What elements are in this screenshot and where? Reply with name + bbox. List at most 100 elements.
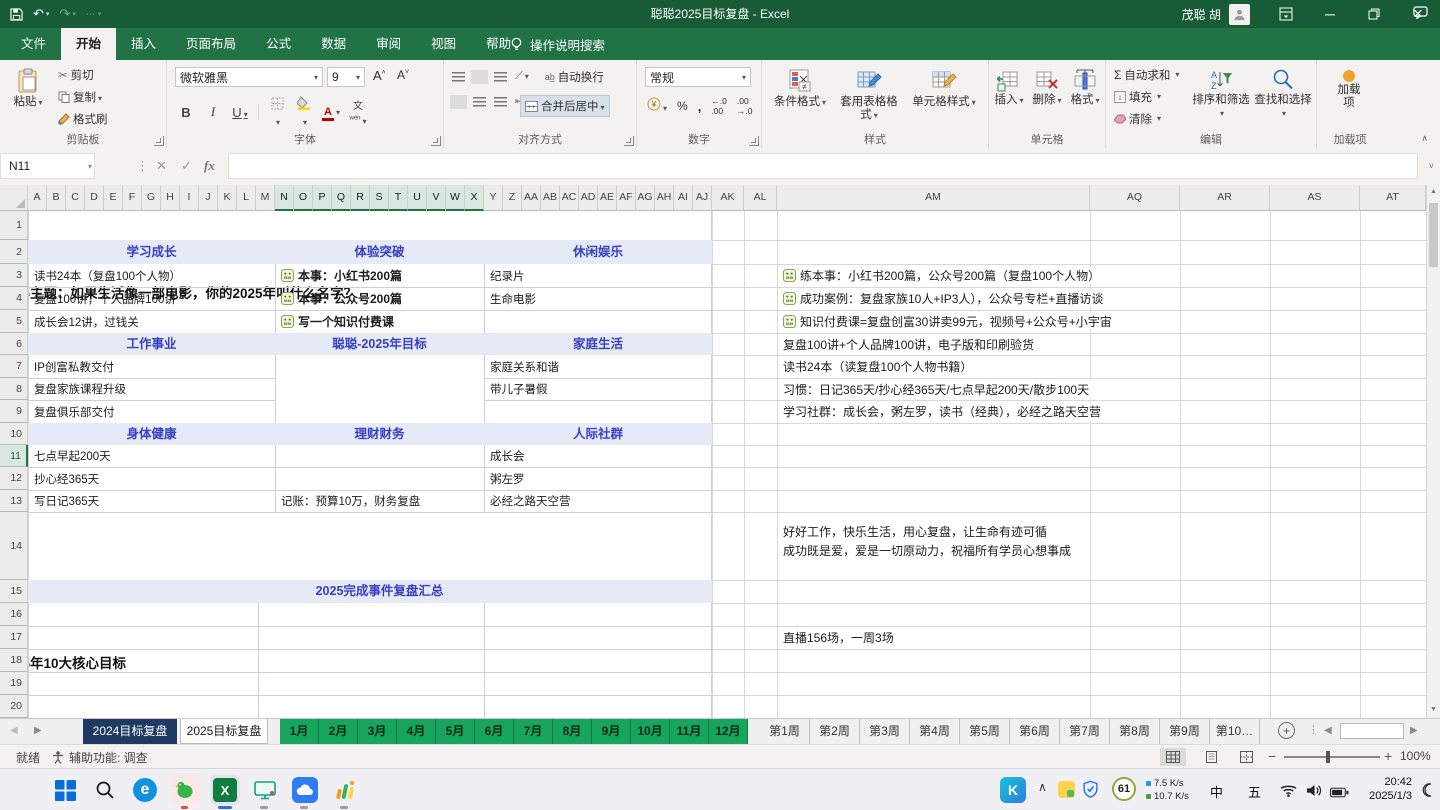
menu-tab-插入[interactable]: 插入 — [116, 28, 171, 60]
table-cell[interactable]: 成长会 — [490, 445, 708, 467]
expand-formula-bar-icon[interactable]: ˅ — [1429, 153, 1434, 179]
column-header-P[interactable]: P — [313, 185, 332, 211]
night-mode-moon-icon[interactable] — [1422, 783, 1436, 802]
wifi-icon[interactable] — [1280, 784, 1297, 802]
table-cell[interactable]: 复盘100讲，个人品牌100讲 — [34, 287, 271, 310]
confirm-entry-icon[interactable]: ✓ — [181, 153, 192, 179]
tray-hidden-icons-chevron[interactable]: ∧ — [1038, 780, 1047, 794]
font-color-button[interactable]: A — [322, 103, 340, 121]
section-header[interactable]: 聪聪-2025年目标 — [332, 333, 426, 355]
sheet-list-icon[interactable]: ⋮ — [1308, 723, 1319, 736]
cancel-entry-icon[interactable]: ✕ — [156, 153, 167, 179]
fill-button[interactable]: ↓填充 — [1114, 88, 1179, 105]
table-cell[interactable]: 七点早起200天 — [34, 445, 271, 467]
panel-item-text[interactable]: 习惯：日记365天/抄心经365天/七点早起200天/散步100天 — [783, 378, 1092, 400]
section-header[interactable]: 身体健康 — [126, 423, 176, 445]
sheet-tab-6月[interactable]: 6月 — [475, 719, 514, 744]
column-header-AH[interactable]: AH — [655, 185, 674, 211]
copy-button[interactable]: 复制 — [58, 88, 108, 105]
horizontal-scrollbar[interactable] — [1340, 723, 1404, 739]
column-header-B[interactable]: B — [47, 185, 66, 211]
delete-cells-button[interactable]: 删除 — [1029, 62, 1065, 107]
table-cell[interactable]: 写日记365天 — [34, 490, 271, 512]
ime-language-indicator[interactable]: 中 — [1210, 782, 1223, 801]
edge-browser-icon[interactable]: e — [130, 775, 160, 805]
sheet-tab-第7周[interactable]: 第7周 — [1060, 719, 1110, 744]
sheet-tab-第6周[interactable]: 第6周 — [1010, 719, 1060, 744]
table-cell[interactable]: 本事：小红书200篇 — [281, 264, 480, 287]
section-header[interactable]: 体验突破 — [354, 240, 404, 264]
tray-network-speed[interactable]: 7.5 K/s 10.7 K/s — [1146, 777, 1189, 803]
menu-tab-文件[interactable]: 文件 — [6, 28, 61, 60]
column-header-AR[interactable]: AR — [1180, 185, 1270, 211]
table-cell[interactable] — [490, 310, 708, 333]
tray-health-score-badge[interactable]: 61 — [1112, 777, 1136, 801]
row-header-16[interactable]: 16 — [0, 603, 28, 626]
hscroll-right-icon[interactable]: ▶ — [1410, 725, 1418, 736]
insert-cells-button[interactable]: 插入 — [991, 62, 1027, 107]
row-header-2[interactable]: 2 — [0, 240, 28, 264]
hscroll-left-icon[interactable]: ◀ — [1324, 725, 1332, 736]
row-header-6[interactable]: 6 — [0, 333, 28, 355]
column-header-AA[interactable]: AA — [522, 185, 541, 211]
row-header-10[interactable]: 10 — [0, 423, 28, 445]
column-header-G[interactable]: G — [142, 185, 161, 211]
font-size-select[interactable]: 9▾ — [327, 67, 365, 87]
section-header[interactable]: 人际社群 — [573, 423, 623, 445]
page-layout-view-button[interactable] — [1198, 748, 1224, 766]
table-cell[interactable]: 抄心经365天 — [34, 467, 271, 490]
redo-button[interactable]: ↷▾ — [59, 6, 75, 22]
autosum-button[interactable]: Σ自动求和 — [1114, 66, 1179, 83]
sheet-tab-11月[interactable]: 11月 — [670, 719, 709, 744]
row-header-20[interactable]: 20 — [0, 695, 28, 718]
tell-me-search[interactable]: 操作说明搜索 — [510, 28, 605, 60]
sheet-tab-第8周[interactable]: 第8周 — [1110, 719, 1160, 744]
zoom-level[interactable]: 100% — [1400, 749, 1431, 763]
column-header-N[interactable]: N — [275, 185, 294, 211]
sort-filter-button[interactable]: AZ 排序和筛选 — [1192, 62, 1250, 120]
menu-tab-页面布局[interactable]: 页面布局 — [171, 28, 251, 60]
panel-item-text[interactable]: 复盘100讲+个人品牌100讲，电子版和印刷验货 — [783, 333, 1037, 355]
row-header-11[interactable]: 11 — [0, 445, 28, 467]
chart-app-icon[interactable] — [330, 775, 360, 805]
decrease-font-button[interactable]: A˅ — [397, 68, 409, 82]
comment-icon[interactable] — [1413, 6, 1428, 24]
spreadsheet-grid[interactable]: ABCDEFGHIJKLMNOPQRSTUVWXYZAAABACADAEAFAG… — [0, 185, 1426, 718]
merge-center-button[interactable]: 合并后居中 — [520, 95, 610, 117]
select-all-corner[interactable] — [0, 185, 28, 211]
cut-button[interactable]: ✂剪切 — [58, 66, 108, 83]
table-cell[interactable]: IP创富私教交付 — [34, 355, 271, 378]
zoom-in-button[interactable]: + — [1384, 748, 1392, 764]
panel-item-text[interactable]: 学习社群：成长会，粥左罗，读书（经典），必经之路天空营 — [783, 400, 1104, 423]
table-cell[interactable] — [490, 400, 708, 423]
excel-app-icon[interactable]: X — [210, 775, 240, 805]
wechat-app-icon[interactable] — [170, 775, 200, 805]
row-header-12[interactable]: 12 — [0, 467, 28, 490]
cloud-app-icon[interactable] — [290, 775, 320, 805]
row-header-5[interactable]: 5 — [0, 310, 28, 333]
row-header-3[interactable]: 3 — [0, 264, 28, 287]
panel-item-text[interactable]: 练本事：小红书200篇，公众号200篇（复盘100个人物） — [783, 264, 1103, 287]
name-box[interactable]: N11 ▾ — [0, 153, 95, 179]
table-cell[interactable]: 读书24本（复盘100个人物） — [34, 264, 271, 287]
new-sheet-button[interactable]: + — [1278, 722, 1295, 739]
normal-view-button[interactable] — [1160, 748, 1186, 766]
alignment-dialog-launcher[interactable] — [624, 136, 634, 146]
table-cell[interactable]: 复盘俱乐部交付 — [34, 400, 271, 423]
tray-shield-icon[interactable] — [1082, 780, 1099, 803]
sheet-nav-right-icon[interactable]: ▶ — [34, 725, 42, 736]
number-dialog-launcher[interactable] — [749, 136, 759, 146]
column-header-A[interactable]: A — [28, 185, 47, 211]
column-header-V[interactable]: V — [427, 185, 446, 211]
column-header-M[interactable]: M — [256, 185, 275, 211]
sheet-tab-8月[interactable]: 8月 — [553, 719, 592, 744]
zoom-slider-thumb[interactable] — [1326, 751, 1330, 763]
row-header-17[interactable]: 17 — [0, 626, 28, 649]
column-header-R[interactable]: R — [351, 185, 370, 211]
column-header-I[interactable]: I — [180, 185, 199, 211]
align-bottom-icon[interactable] — [494, 72, 507, 82]
sheet-tab-第5周[interactable]: 第5周 — [960, 719, 1010, 744]
paste-button[interactable]: 粘贴 — [6, 62, 50, 109]
sheet-tab-7月[interactable]: 7月 — [514, 719, 553, 744]
scroll-up-icon[interactable]: ▲ — [1429, 188, 1438, 195]
